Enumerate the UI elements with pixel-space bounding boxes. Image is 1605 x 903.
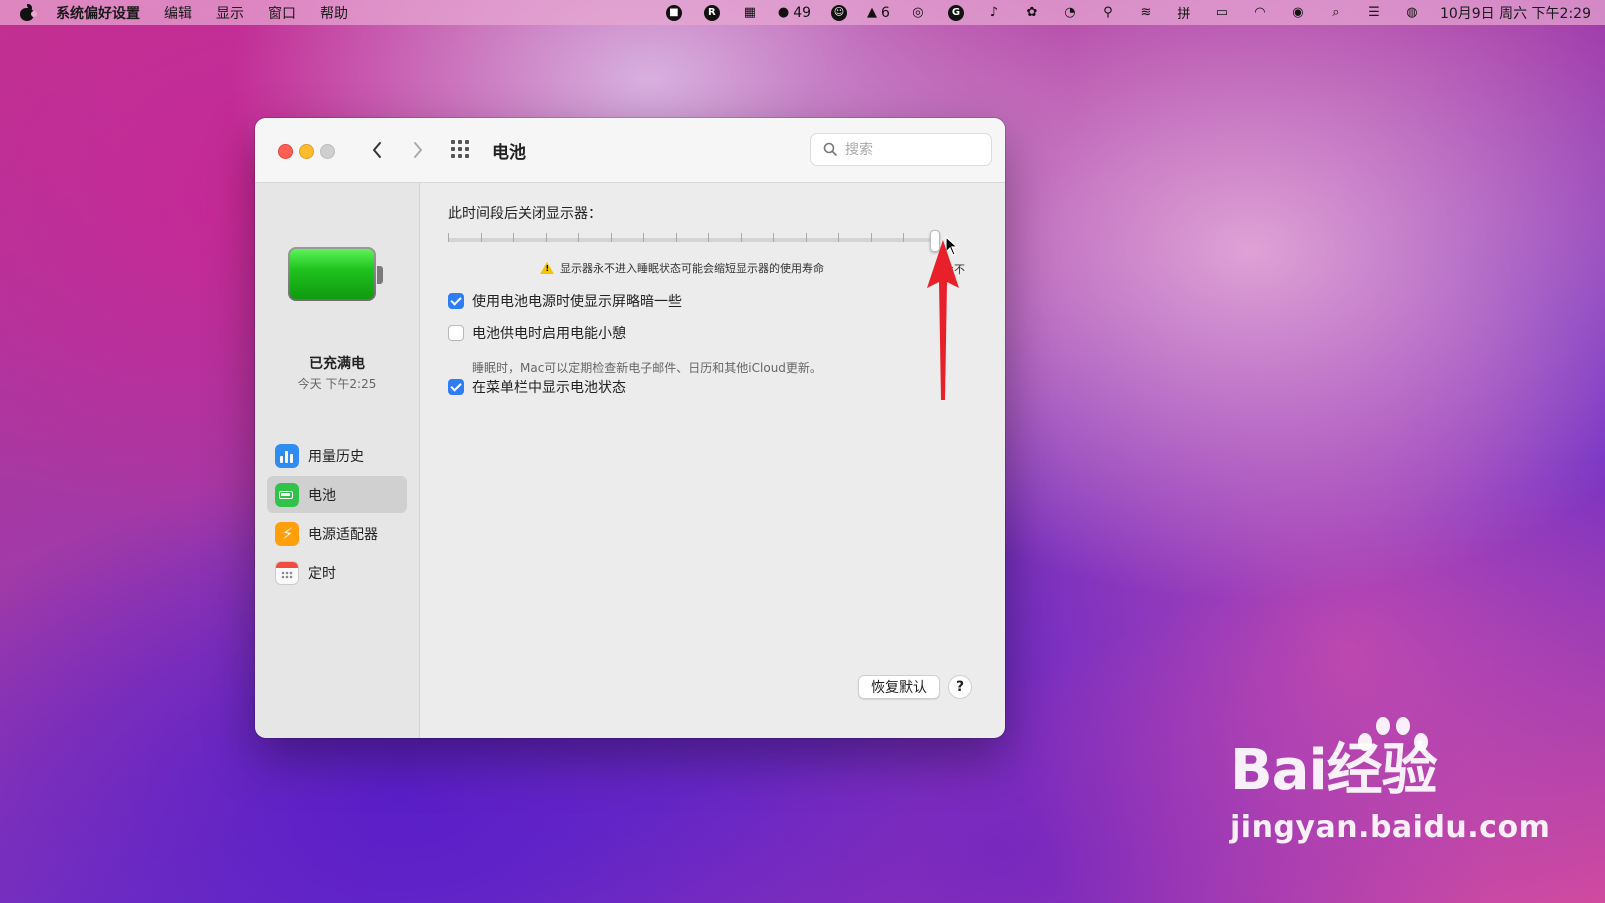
chevron-left-icon (373, 142, 381, 158)
show-all-grid-button[interactable] (451, 140, 473, 160)
display-off-slider[interactable] (448, 230, 940, 253)
battery-settings-pane: 此时间段后关闭显示器： ! 显示器永不进入睡眠状态可能会缩短显示器的使用寿命 永… (420, 183, 1005, 738)
wechat-icon[interactable]: ● 49 (778, 3, 811, 23)
slider-tick (708, 233, 709, 242)
warning-text: 显示器永不进入睡眠状态可能会缩短显示器的使用寿命 (560, 262, 824, 275)
window-title: 电池 (492, 143, 526, 163)
stack-icon[interactable]: ≋ (1136, 3, 1156, 23)
sidebar-item-label: 定时 (308, 565, 336, 582)
notification-bell-icon[interactable]: ♪ (984, 3, 1004, 23)
timer-icon[interactable]: ◔ (1060, 3, 1080, 23)
back-button[interactable] (366, 138, 388, 162)
search-input[interactable] (843, 139, 987, 161)
input-method-icon[interactable]: 拼 (1174, 3, 1194, 23)
close-window-button[interactable] (278, 144, 293, 159)
battery-large-icon (288, 247, 384, 305)
user-icon[interactable]: ◉ (1288, 3, 1308, 23)
lock-icon[interactable]: ⚲ (1098, 3, 1118, 23)
dim-display-checkbox[interactable] (448, 293, 464, 309)
dim-display-option[interactable]: 使用电池电源时使显示屏略暗一些 (448, 291, 682, 311)
slider-tick (676, 233, 677, 242)
annotation-arrow-icon (927, 240, 959, 400)
warning-icon: ! (540, 262, 554, 274)
spotlight-search-icon[interactable]: ⌕ (1326, 3, 1346, 23)
menu-view[interactable]: 显示 (216, 3, 244, 23)
qq-icon[interactable]: ▲ 6 (867, 3, 890, 23)
sidebar-item-label: 电池 (308, 487, 336, 504)
forward-button[interactable] (407, 138, 429, 162)
battery-status-icon[interactable]: ▭ (1212, 3, 1232, 23)
power-nap-option[interactable]: 电池供电时启用电能小憩 (448, 323, 626, 343)
power-nap-label: 电池供电时启用电能小憩 (472, 326, 626, 342)
sidebar-item-label: 用量历史 (308, 448, 364, 465)
slider-tick (838, 233, 839, 242)
grid-app-icon[interactable]: ▦ (740, 3, 760, 23)
slider-tick (513, 233, 514, 242)
search-icon (823, 142, 837, 156)
sidebar-item-power-adapter[interactable]: ⚡ 电源适配器 (267, 515, 407, 552)
baidu-paw-logo (1350, 715, 1430, 785)
cloud-sync-icon[interactable]: ◎ (908, 3, 928, 23)
minimize-window-button[interactable] (299, 144, 314, 159)
slider-tick (448, 233, 449, 242)
show-battery-status-label: 在菜单栏中显示电池状态 (472, 380, 626, 396)
sidebar: 已充满电 今天 下午2:25 用量历史 电池 ⚡ 电源适配器 定时 (255, 183, 420, 738)
slider-tick (903, 233, 904, 242)
sidebar-list: 用量历史 电池 ⚡ 电源适配器 定时 (267, 437, 407, 593)
slider-tick (773, 233, 774, 242)
share-icon[interactable]: ✿ (1022, 3, 1042, 23)
siri-icon[interactable]: ◍ (1402, 3, 1422, 23)
r-app-icon[interactable]: R (702, 3, 722, 23)
slider-tick (611, 233, 612, 242)
slider-track (448, 238, 938, 242)
slider-tick (806, 233, 807, 242)
restore-defaults-button[interactable]: 恢复默认 (858, 675, 940, 699)
charge-status: 已充满电 (309, 356, 365, 372)
sidebar-item-battery[interactable]: 电池 (267, 476, 407, 513)
power-adapter-icon: ⚡ (275, 521, 299, 546)
slider-tick (741, 233, 742, 242)
show-battery-status-checkbox[interactable] (448, 379, 464, 395)
battery-icon (275, 482, 299, 507)
slider-tick (481, 233, 482, 242)
menu-edit[interactable]: 编辑 (164, 3, 192, 23)
messenger-icon[interactable]: ☺ (829, 3, 849, 23)
help-button[interactable]: ? (948, 675, 972, 699)
slider-tick (643, 233, 644, 242)
charge-time: 今天 下午2:25 (297, 377, 377, 391)
sidebar-item-schedule[interactable]: 定时 (267, 554, 407, 591)
chart-icon (275, 443, 299, 468)
control-center-icon[interactable]: ☰ (1364, 3, 1384, 23)
sleep-warning: ! 显示器永不进入睡眠状态可能会缩短显示器的使用寿命 (540, 260, 824, 276)
zoom-window-button[interactable] (320, 144, 335, 159)
menubar-clock[interactable]: 10月9日 周六 下午2:29 (1440, 3, 1591, 23)
battery-preferences-window: 电池 已充满电 今天 下午2:25 用量历史 电池 ⚡ (255, 118, 1005, 738)
menu-window[interactable]: 窗口 (268, 3, 296, 23)
apple-menu-icon[interactable] (18, 3, 37, 22)
wifi-icon[interactable]: ◠ (1250, 3, 1270, 23)
slider-tick (578, 233, 579, 242)
sidebar-item-label: 电源适配器 (308, 526, 378, 543)
baidu-jingyan-watermark: Bai经验 jingyan.baidu.com (1230, 717, 1551, 845)
stop-icon[interactable]: ■ (664, 3, 684, 23)
dim-display-label: 使用电池电源时使显示屏略暗一些 (472, 294, 682, 310)
watermark-url: jingyan.baidu.com (1230, 810, 1551, 845)
menu-help[interactable]: 帮助 (320, 3, 348, 23)
title-bar: 电池 (255, 118, 1005, 183)
calendar-icon (275, 560, 299, 585)
sidebar-item-usage-history[interactable]: 用量历史 (267, 437, 407, 474)
show-battery-status-option[interactable]: 在菜单栏中显示电池状态 (448, 377, 626, 397)
search-field[interactable] (810, 133, 992, 166)
wechat-count: 49 (793, 4, 812, 21)
menu-bar: 系统偏好设置 编辑 显示 窗口 帮助 ■ R ▦ ● 49 ☺ ▲ 6 ◎ G ♪ … (0, 0, 1605, 25)
chevron-right-icon (414, 142, 422, 158)
slider-tick (546, 233, 547, 242)
qq-count: 6 (881, 4, 890, 21)
display-off-label: 此时间段后关闭显示器： (448, 206, 602, 222)
power-nap-description: 睡眠时，Mac可以定期检查新电子邮件、日历和其他iCloud更新。 (472, 361, 822, 375)
g-app-icon[interactable]: G (946, 3, 966, 23)
menu-app-name[interactable]: 系统偏好设置 (56, 3, 140, 23)
slider-tick (871, 233, 872, 242)
power-nap-checkbox[interactable] (448, 325, 464, 341)
